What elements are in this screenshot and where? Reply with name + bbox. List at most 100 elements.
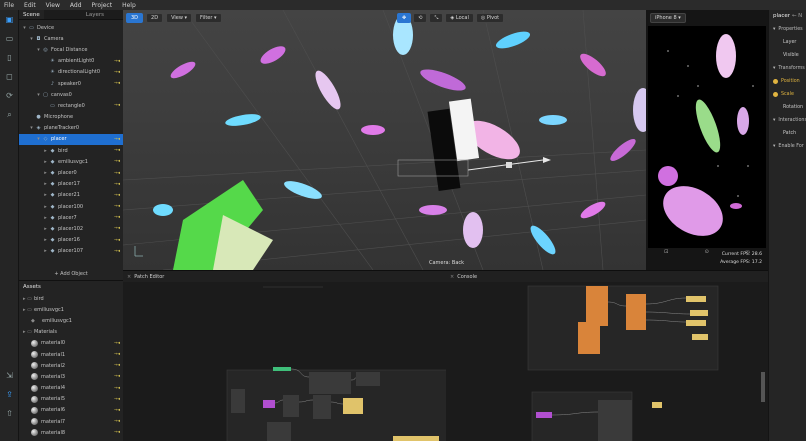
local-toggle[interactable]: ◈ Local <box>445 13 474 23</box>
expand-toggle-icon[interactable]: ▸ <box>42 148 49 154</box>
expand-toggle-icon[interactable]: ▾ <box>35 92 42 98</box>
expand-toggle-icon[interactable]: ▸ <box>42 159 49 165</box>
keyframe-dot-icon[interactable] <box>773 79 778 84</box>
link-badge-icon[interactable]: →◂ <box>114 386 120 391</box>
asset-item[interactable]: material1 →◂ <box>19 349 123 360</box>
asset-item[interactable]: material6 →◂ <box>19 405 123 416</box>
export-icon[interactable]: ⇧ <box>0 404 19 423</box>
asset-item[interactable]: ▸ ▭ bird <box>19 293 123 304</box>
link-badge-icon[interactable]: →◂ <box>114 408 120 413</box>
link-badge-icon[interactable]: →◂ <box>114 352 120 357</box>
link-badge-icon[interactable]: →◂ <box>114 226 120 231</box>
scene-tree-item[interactable]: ▾ ▢ canvas0 <box>19 89 123 100</box>
link-badge-icon[interactable]: →◂ <box>114 238 120 243</box>
move-tool-icon[interactable]: ✥ <box>397 13 412 23</box>
expand-toggle-icon[interactable]: ▸ <box>42 248 49 254</box>
expand-toggle-icon[interactable]: ▸ <box>42 170 49 176</box>
link-badge-icon[interactable]: →◂ <box>114 419 120 424</box>
keyframe-dot-icon[interactable] <box>773 92 778 97</box>
asset-item[interactable]: ▸ ▭ Materials <box>19 327 123 338</box>
scene-tree-item[interactable]: ▾ ◈ planeTracker0 <box>19 123 123 134</box>
expand-toggle-icon[interactable]: ▾ <box>35 47 42 53</box>
filter-dropdown[interactable]: Filter ▾ <box>195 13 222 23</box>
property-enable-for[interactable]: ▾ Enable For <box>769 140 806 153</box>
scene-tree-item[interactable]: ▭ rectangle0 →◂ <box>19 100 123 111</box>
scene-tree-item[interactable]: ▸ ◆ placer17 →◂ <box>19 179 123 190</box>
property-transforms[interactable]: ▾ Transforms <box>769 62 806 75</box>
import-icon[interactable]: ⇲ <box>0 366 19 385</box>
scene-tree-item[interactable]: ▾ ◎ Focal Distance <box>19 44 123 55</box>
close-icon[interactable]: × <box>450 274 454 280</box>
link-badge-icon[interactable]: →◂ <box>114 59 120 64</box>
mode-3d-button[interactable]: 3D <box>126 13 144 23</box>
property-visible[interactable]: Visible <box>769 49 806 62</box>
expand-toggle-icon[interactable]: ▾ <box>21 25 28 31</box>
link-badge-icon[interactable]: →◂ <box>114 363 120 368</box>
scene-tree-item[interactable]: ☀ ambientLight0 →◂ <box>19 56 123 67</box>
scene-tree-item[interactable]: ▸ ◆ placer100 →◂ <box>19 201 123 212</box>
refresh-icon[interactable]: ⟳ <box>0 86 19 105</box>
scene-tree-item[interactable]: ▸ ◆ placer107 →◂ <box>19 246 123 257</box>
scene-tree-item[interactable]: ♪ speaker0 →◂ <box>19 78 123 89</box>
tab-layers[interactable]: Layers <box>82 10 108 19</box>
expand-toggle-icon[interactable]: ▸ <box>42 181 49 187</box>
asset-item[interactable]: ▸ ▭ emiliusvgc1 <box>19 304 123 315</box>
expand-toggle-icon[interactable]: ▾ <box>28 36 35 42</box>
object-icon[interactable]: ◻ <box>0 67 19 86</box>
menu-file[interactable]: File <box>4 2 14 9</box>
link-badge-icon[interactable]: →◂ <box>114 341 120 346</box>
link-badge-icon[interactable]: →◂ <box>114 70 120 75</box>
device-icon[interactable]: ▯ <box>0 48 19 67</box>
expand-toggle-icon[interactable]: ▸ <box>42 226 49 232</box>
asset-item[interactable]: material7 →◂ <box>19 416 123 427</box>
link-badge-icon[interactable]: →◂ <box>114 171 120 176</box>
link-badge-icon[interactable]: →◂ <box>114 182 120 187</box>
menu-view[interactable]: View <box>46 2 60 9</box>
scene-tree-item[interactable]: ☀ directionalLight0 →◂ <box>19 67 123 78</box>
add-object-button[interactable]: + Add Object <box>19 271 123 277</box>
share-icon[interactable]: ⇪ <box>0 385 19 404</box>
device-dropdown[interactable]: iPhone 8 ▾ <box>650 13 686 23</box>
link-badge-icon[interactable]: →◂ <box>114 193 120 198</box>
asset-item[interactable]: material5 →◂ <box>19 394 123 405</box>
link-badge-icon[interactable]: →◂ <box>114 103 120 108</box>
patch-editor-tab[interactable]: × Patch Editor <box>123 271 446 282</box>
camera-icon[interactable]: ▭ <box>0 29 19 48</box>
expand-toggle-icon[interactable]: ▸ <box>42 215 49 221</box>
asset-item[interactable]: material0 →◂ <box>19 338 123 349</box>
link-badge-icon[interactable]: →◂ <box>114 137 120 142</box>
link-badge-icon[interactable]: →◂ <box>114 374 120 379</box>
asset-item[interactable]: material4 →◂ <box>19 383 123 394</box>
console-panel[interactable]: × Console <box>446 270 768 441</box>
scene-tree-item[interactable]: ▾ ▭ Device <box>19 22 123 33</box>
scene-tree-item[interactable]: ▸ ◆ emiliusvgc1 →◂ <box>19 156 123 167</box>
tab-scene[interactable]: Scene <box>19 10 44 19</box>
link-badge-icon[interactable]: →◂ <box>114 215 120 220</box>
link-badge-icon[interactable]: →◂ <box>114 81 120 86</box>
expand-toggle-icon[interactable]: ▸ <box>42 237 49 243</box>
expand-toggle-icon[interactable]: ▾ <box>28 125 35 131</box>
scene-tree-item[interactable]: ▸ ◆ placer102 →◂ <box>19 223 123 234</box>
scene-tree-item[interactable]: ▸ ◆ placer16 →◂ <box>19 235 123 246</box>
scene-tree-item[interactable]: ▸ ◆ bird →◂ <box>19 145 123 156</box>
asset-item[interactable]: material8 →◂ <box>19 427 123 438</box>
scene-tree-item[interactable]: ● Microphone <box>19 112 123 123</box>
property-interactions[interactable]: ▾ Interactions <box>769 114 806 127</box>
device-screen[interactable] <box>648 26 766 248</box>
mode-2d-button[interactable]: 2D <box>146 13 164 23</box>
patch-editor[interactable]: × Patch Editor <box>123 270 446 441</box>
viewport[interactable]: 3D 2D View ▾ Filter ▾ ✥ ⟲ ⤡ ◈ Local ◎ Pi… <box>123 10 646 270</box>
scene-icon[interactable]: ▣ <box>0 10 19 29</box>
scale-tool-icon[interactable]: ⤡ <box>429 13 444 23</box>
scene-tree-item[interactable]: ▸ ◆ placer7 →◂ <box>19 212 123 223</box>
link-badge-icon[interactable]: →◂ <box>114 249 120 254</box>
rotate-tool-icon[interactable]: ⟲ <box>413 13 428 23</box>
menu-help[interactable]: Help <box>122 2 136 9</box>
menu-edit[interactable]: Edit <box>24 2 36 9</box>
console-tab[interactable]: × Console <box>446 271 768 282</box>
expand-toggle-icon[interactable]: ▸ <box>42 204 49 210</box>
link-badge-icon[interactable]: →◂ <box>114 159 120 164</box>
property-patch[interactable]: Patch <box>769 127 806 140</box>
expand-toggle-icon[interactable]: ▾ <box>35 136 42 142</box>
property-layer[interactable]: Layer <box>769 36 806 49</box>
